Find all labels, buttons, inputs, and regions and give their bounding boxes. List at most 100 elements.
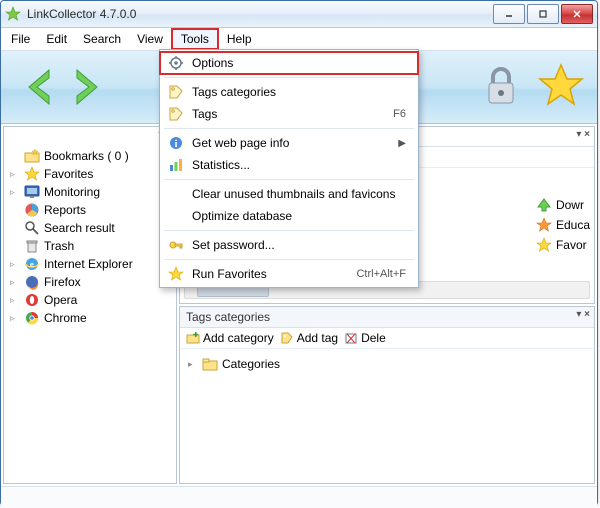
svg-text:i: i — [175, 139, 178, 150]
menu-clear-unused-thumbnails-and-favicons[interactable]: Clear unused thumbnails and favicons — [160, 183, 418, 205]
categories-title: Tags categories — [180, 307, 594, 328]
panel-controls[interactable]: ▾ × — [576, 129, 590, 140]
menu-shortcut: F6 — [393, 108, 406, 120]
star-icon[interactable] — [537, 61, 585, 109]
tree-item-star-yellow[interactable]: ▹ Favorites — [8, 165, 172, 183]
tree-item-opera[interactable]: ▹ Opera — [8, 291, 172, 309]
add-tag-button[interactable]: Add tag — [280, 331, 338, 345]
expander-icon[interactable]: ▹ — [10, 169, 20, 180]
menu-file[interactable]: File — [3, 28, 38, 50]
green-up-icon — [536, 197, 552, 213]
tree-item-firefox[interactable]: ▹ Firefox — [8, 273, 172, 291]
menu-optimize-database[interactable]: Optimize database — [160, 205, 418, 227]
menu-tools[interactable]: Tools — [171, 28, 219, 50]
ie-icon: e — [24, 256, 40, 272]
menu-tags[interactable]: TagsF6 — [160, 103, 418, 125]
app-icon — [5, 6, 21, 22]
tree-item-folder-star[interactable]: Bookmarks ( 0 ) — [8, 147, 172, 165]
info-icon: i — [166, 135, 186, 151]
tree-label: Reports — [44, 203, 86, 217]
tools-dropdown: Options Tags categoriesTagsF6 iGet web pag… — [159, 49, 419, 288]
star-orange-icon — [536, 217, 552, 233]
window-buttons — [493, 4, 593, 24]
tree-label: Firefox — [44, 275, 81, 289]
tag-icon — [166, 84, 186, 100]
chrome-icon — [24, 310, 40, 326]
tree-item-monitor[interactable]: ▹Monitoring — [8, 183, 172, 201]
tag-item[interactable]: Dowr — [536, 197, 590, 213]
delete-category-button[interactable]: Dele — [344, 331, 386, 345]
category-root[interactable]: ▸ Categories — [186, 355, 588, 373]
expander-icon[interactable]: ▹ — [10, 313, 20, 324]
tag-item[interactable]: Favor — [536, 237, 590, 253]
menu-run-favorites[interactable]: Run FavoritesCtrl+Alt+F — [160, 263, 418, 285]
menu-separator — [164, 128, 414, 129]
tree-item-chrome[interactable]: ▹Chrome — [8, 309, 172, 327]
expander-icon[interactable]: ▹ — [10, 295, 20, 306]
tag-label: Favor — [556, 238, 587, 252]
menu-separator — [164, 179, 414, 180]
panel-controls[interactable]: ▾ × — [576, 309, 590, 320]
categories-toolbar: Add category Add tag Dele — [180, 328, 594, 349]
tags-side-list: Dowr Educa Favor — [536, 197, 590, 253]
lock-icon[interactable] — [477, 61, 525, 109]
tag-item[interactable]: Educa — [536, 217, 590, 233]
menu-separator — [164, 259, 414, 260]
menu-statistics[interactable]: Statistics... — [160, 154, 418, 176]
expander-icon[interactable]: ▹ — [10, 187, 20, 198]
tag-icon — [166, 106, 186, 122]
menu-options[interactable]: Options — [160, 52, 418, 74]
tree-item-search[interactable]: Search result — [8, 219, 172, 237]
app-title: LinkCollector 4.7.0.0 — [27, 7, 493, 21]
menu-edit[interactable]: Edit — [38, 28, 75, 50]
tree-item-ie[interactable]: ▹ e Internet Explorer — [8, 255, 172, 273]
tree-label: Opera — [44, 293, 77, 307]
nav-forward-icon[interactable] — [67, 62, 117, 112]
tag-plus-icon — [280, 331, 294, 345]
menu-shortcut: Ctrl+Alt+F — [356, 268, 406, 280]
categories-panel: ▾ × Tags categories Add category Add tag… — [179, 306, 595, 484]
menu-get-web-page-info[interactable]: iGet web page info▶ — [160, 132, 418, 154]
tag-label: Educa — [556, 218, 590, 232]
add-category-button[interactable]: Add category — [186, 331, 274, 345]
folder-star-icon — [24, 148, 40, 164]
nav-back-icon[interactable] — [9, 62, 59, 112]
minimize-button[interactable] — [493, 4, 525, 24]
sidebar-panel: ▾ × Bookmarks ( 0 )▹Favorites▹Monitoring… — [3, 126, 177, 484]
menu-label: Clear unused thumbnails and favicons — [186, 187, 406, 201]
tree-label: Search result — [44, 221, 115, 235]
statusbar — [1, 486, 597, 508]
tree-label: Internet Explorer — [44, 257, 133, 271]
tree-label: Bookmarks ( 0 ) — [44, 149, 129, 163]
menu-tags-categories[interactable]: Tags categories — [160, 81, 418, 103]
tree-label: Favorites — [44, 167, 93, 181]
favorites-icon — [166, 266, 186, 282]
app-window: LinkCollector 4.7.0.0 File Edit Search V… — [0, 0, 598, 506]
menu-label: Statistics... — [186, 158, 406, 172]
stats-icon — [166, 157, 186, 173]
tree-item-reports[interactable]: Reports — [8, 201, 172, 219]
menu-set-password[interactable]: Set password... — [160, 234, 418, 256]
categories-tree: ▸ Categories — [180, 349, 594, 379]
expander-icon[interactable]: ▸ — [188, 359, 198, 370]
menu-help[interactable]: Help — [219, 28, 260, 50]
expander-icon[interactable]: ▹ — [10, 277, 20, 288]
key-icon — [166, 237, 186, 253]
menu-view[interactable]: View — [129, 28, 171, 50]
menubar: File Edit Search View Tools Help — [1, 28, 597, 51]
menu-search[interactable]: Search — [75, 28, 129, 50]
tree-label: Trash — [44, 239, 74, 253]
firefox-icon — [24, 274, 40, 290]
maximize-button[interactable] — [527, 4, 559, 24]
tree-item-trash[interactable]: Trash — [8, 237, 172, 255]
trash-icon — [24, 238, 40, 254]
close-button[interactable] — [561, 4, 593, 24]
expander-icon[interactable]: ▹ — [10, 259, 20, 270]
menu-label: Optimize database — [186, 209, 406, 223]
titlebar: LinkCollector 4.7.0.0 — [1, 1, 597, 28]
options-icon — [166, 55, 186, 71]
submenu-arrow-icon: ▶ — [398, 138, 406, 149]
reports-icon — [24, 202, 40, 218]
tag-label: Dowr — [556, 198, 584, 212]
menu-label: Set password... — [186, 238, 406, 252]
